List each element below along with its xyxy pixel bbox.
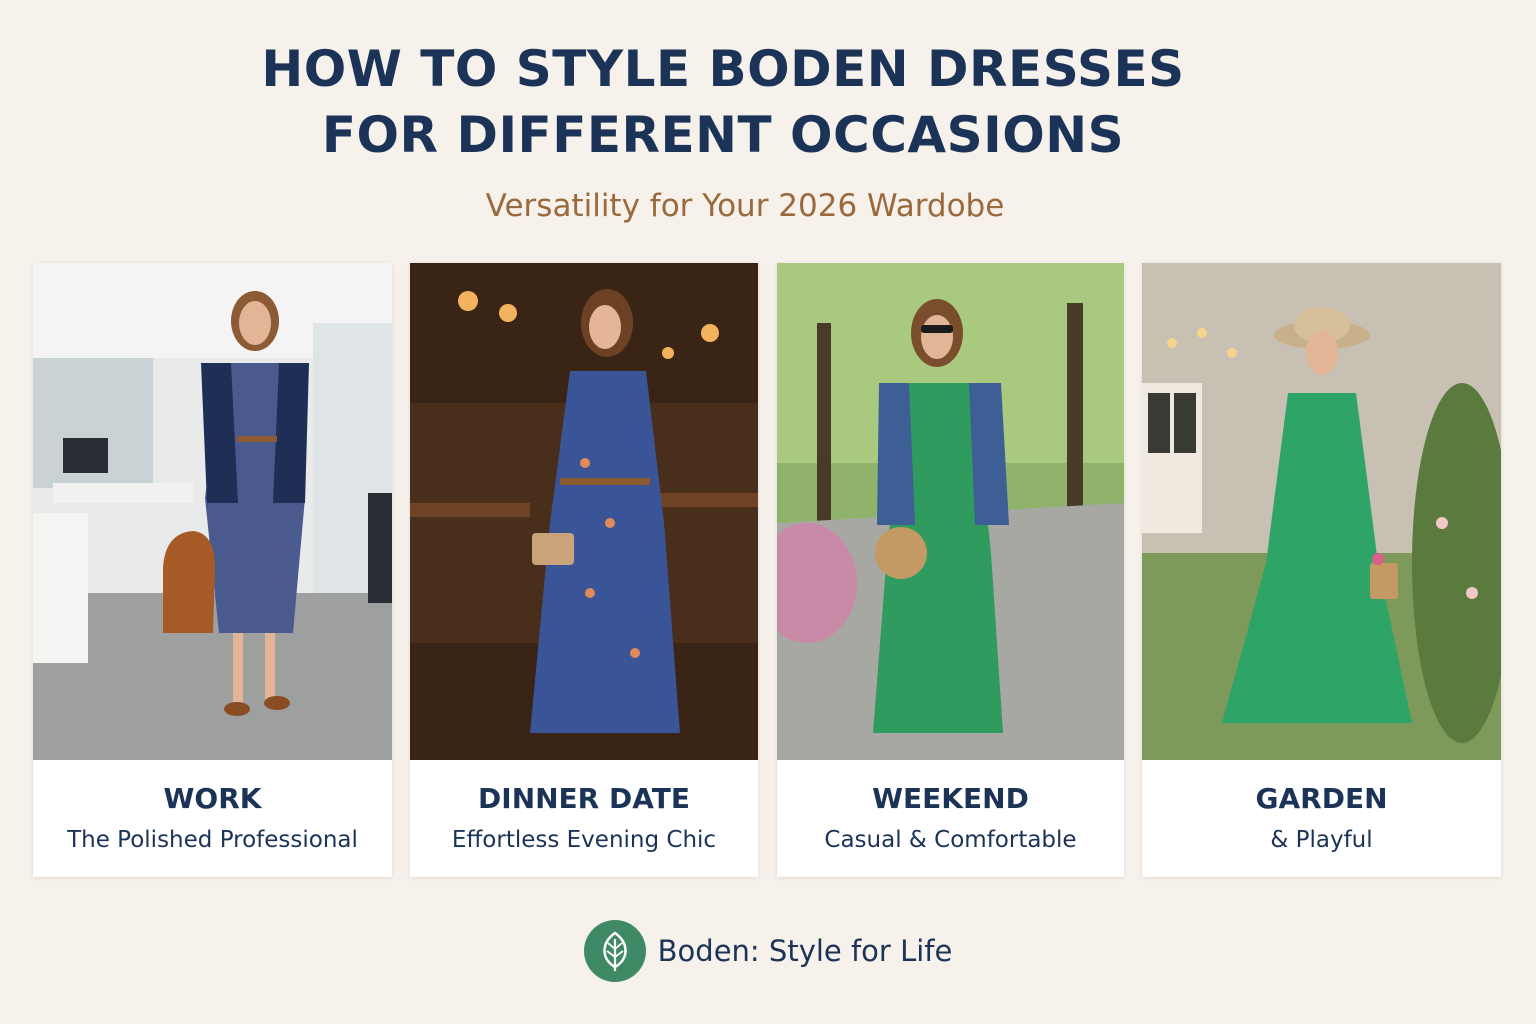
dinner-date-subtitle: Effortless Evening Chic bbox=[451, 827, 717, 853]
weekend-title: WEEKEND bbox=[872, 782, 1029, 815]
garden-outfit-photo bbox=[1142, 263, 1501, 760]
dinner-date-title: DINNER DATE bbox=[478, 782, 690, 815]
dinner-date-caption: DINNER DATE Effortless Evening Chic bbox=[410, 760, 758, 877]
page-title: HOW TO STYLE BODEN DRESSES FOR DIFFERENT… bbox=[0, 36, 1446, 168]
footer-brand: Boden: Style for Life bbox=[0, 920, 1536, 982]
dinner-date-outfit-photo bbox=[410, 263, 758, 760]
card-work: WORK The Polished Professional bbox=[33, 263, 392, 877]
work-outfit-photo bbox=[33, 263, 392, 760]
work-subtitle: The Polished Professional bbox=[67, 827, 358, 853]
card-garden: GARDEN & Playful bbox=[1142, 263, 1501, 877]
garden-title: GARDEN bbox=[1255, 782, 1388, 815]
card-weekend: WEEKEND Casual & Comfortable bbox=[777, 263, 1124, 877]
weekend-caption: WEEKEND Casual & Comfortable bbox=[777, 760, 1124, 877]
card-dinner-date: DINNER DATE Effortless Evening Chic bbox=[410, 263, 758, 877]
weekend-subtitle: Casual & Comfortable bbox=[824, 827, 1077, 853]
weekend-outfit-photo bbox=[777, 263, 1124, 760]
garden-subtitle: & Playful bbox=[1270, 827, 1373, 853]
work-title: WORK bbox=[163, 782, 262, 815]
leaf-icon bbox=[583, 920, 646, 982]
work-caption: WORK The Polished Professional bbox=[33, 760, 392, 877]
title-line-1: HOW TO STYLE BODEN DRESSES bbox=[261, 40, 1185, 98]
garden-caption: GARDEN & Playful bbox=[1142, 760, 1501, 877]
page-subtitle: Versatility for Your 2026 Wardobe bbox=[485, 188, 1005, 224]
title-line-2: FOR DIFFERENT OCCASIONS bbox=[321, 106, 1125, 164]
brand-tagline: Boden: Style for Life bbox=[657, 934, 953, 968]
